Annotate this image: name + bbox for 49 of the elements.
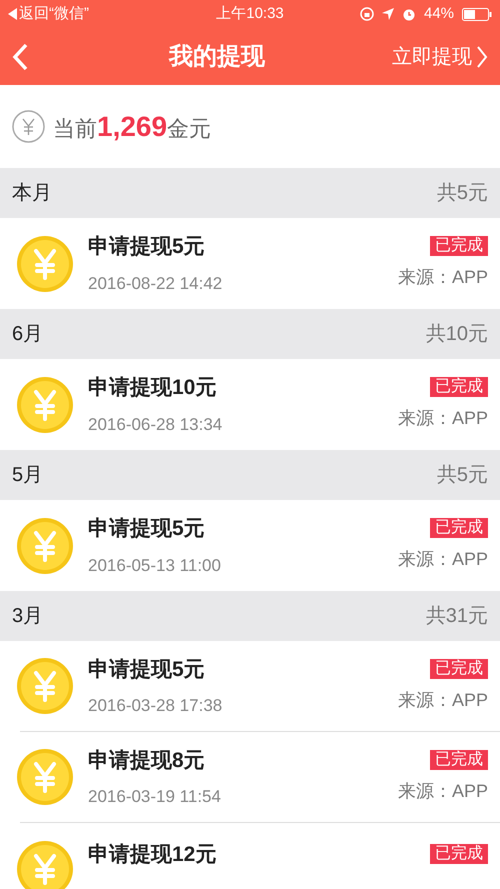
yuan-coin-icon [16, 376, 74, 434]
balance-text: 当前1,269金元 [53, 110, 212, 144]
yuan-coin-icon [16, 657, 74, 715]
completed-status-tag: 已完成 [430, 658, 488, 678]
completed-status-tag: 已完成 [430, 518, 488, 538]
withdrawal-title: 申请提现5元 [88, 656, 206, 682]
status-time: 上午10:33 [216, 4, 284, 24]
chevron-right-icon [476, 44, 488, 68]
completed-status-tag: 已完成 [430, 377, 488, 397]
month-total: 共5元 [436, 181, 488, 206]
withdrawal-source: 来源：APP [398, 688, 488, 712]
battery-percentage: 44% [424, 4, 454, 24]
withdrawal-title: 申请提现12元 [88, 842, 218, 868]
withdrawal-source: 来源：APP [398, 407, 488, 430]
withdrawal-time: 2016-03-28 17:38 [88, 695, 224, 717]
completed-status-tag: 已完成 [430, 844, 488, 864]
yuan-coin-icon [16, 748, 74, 806]
yuan-coin-icon [16, 234, 74, 292]
completed-status-tag: 已完成 [430, 236, 488, 256]
yuan-coin-icon [16, 516, 74, 574]
withdrawal-time: 2016-06-28 13:34 [88, 414, 224, 436]
month-total: 共31元 [426, 604, 488, 629]
month-total: 共10元 [426, 322, 488, 347]
month-label: 3月 [12, 604, 44, 629]
withdrawal-title: 申请提现5元 [88, 516, 206, 542]
withdrawal-time: 2016-03-19 11:54 [88, 786, 222, 808]
month-total: 共5元 [436, 463, 488, 488]
withdrawal-time: 2016-05-13 11:00 [88, 554, 222, 576]
withdraw-now-button[interactable]: 立即提现 [392, 42, 488, 72]
withdrawal-source: 来源：APP [398, 266, 488, 289]
withdrawal-title: 申请提现8元 [88, 748, 206, 774]
withdrawal-time: 2016-08-22 14:42 [88, 272, 224, 294]
withdrawal-title: 申请提现10元 [88, 375, 218, 401]
rotation-lock-icon [360, 7, 374, 21]
page-title: 我的提现 [169, 42, 265, 72]
month-label: 5月 [12, 463, 44, 488]
battery-icon [462, 8, 492, 20]
alarm-clock-icon [402, 7, 416, 21]
withdrawal-source: 来源：APP [398, 780, 488, 802]
back-chevron-icon [12, 42, 28, 70]
back-triangle-icon [8, 8, 17, 20]
back-to-app-link[interactable]: 返回“微信” [19, 2, 89, 26]
completed-status-tag: 已完成 [430, 750, 488, 770]
month-label: 6月 [12, 322, 44, 347]
month-label: 本月 [12, 181, 52, 206]
withdrawal-source: 来源：APP [398, 548, 488, 571]
withdrawal-title: 申请提现5元 [88, 234, 206, 260]
yuan-circle-icon [12, 110, 45, 143]
location-arrow-icon [382, 8, 394, 20]
